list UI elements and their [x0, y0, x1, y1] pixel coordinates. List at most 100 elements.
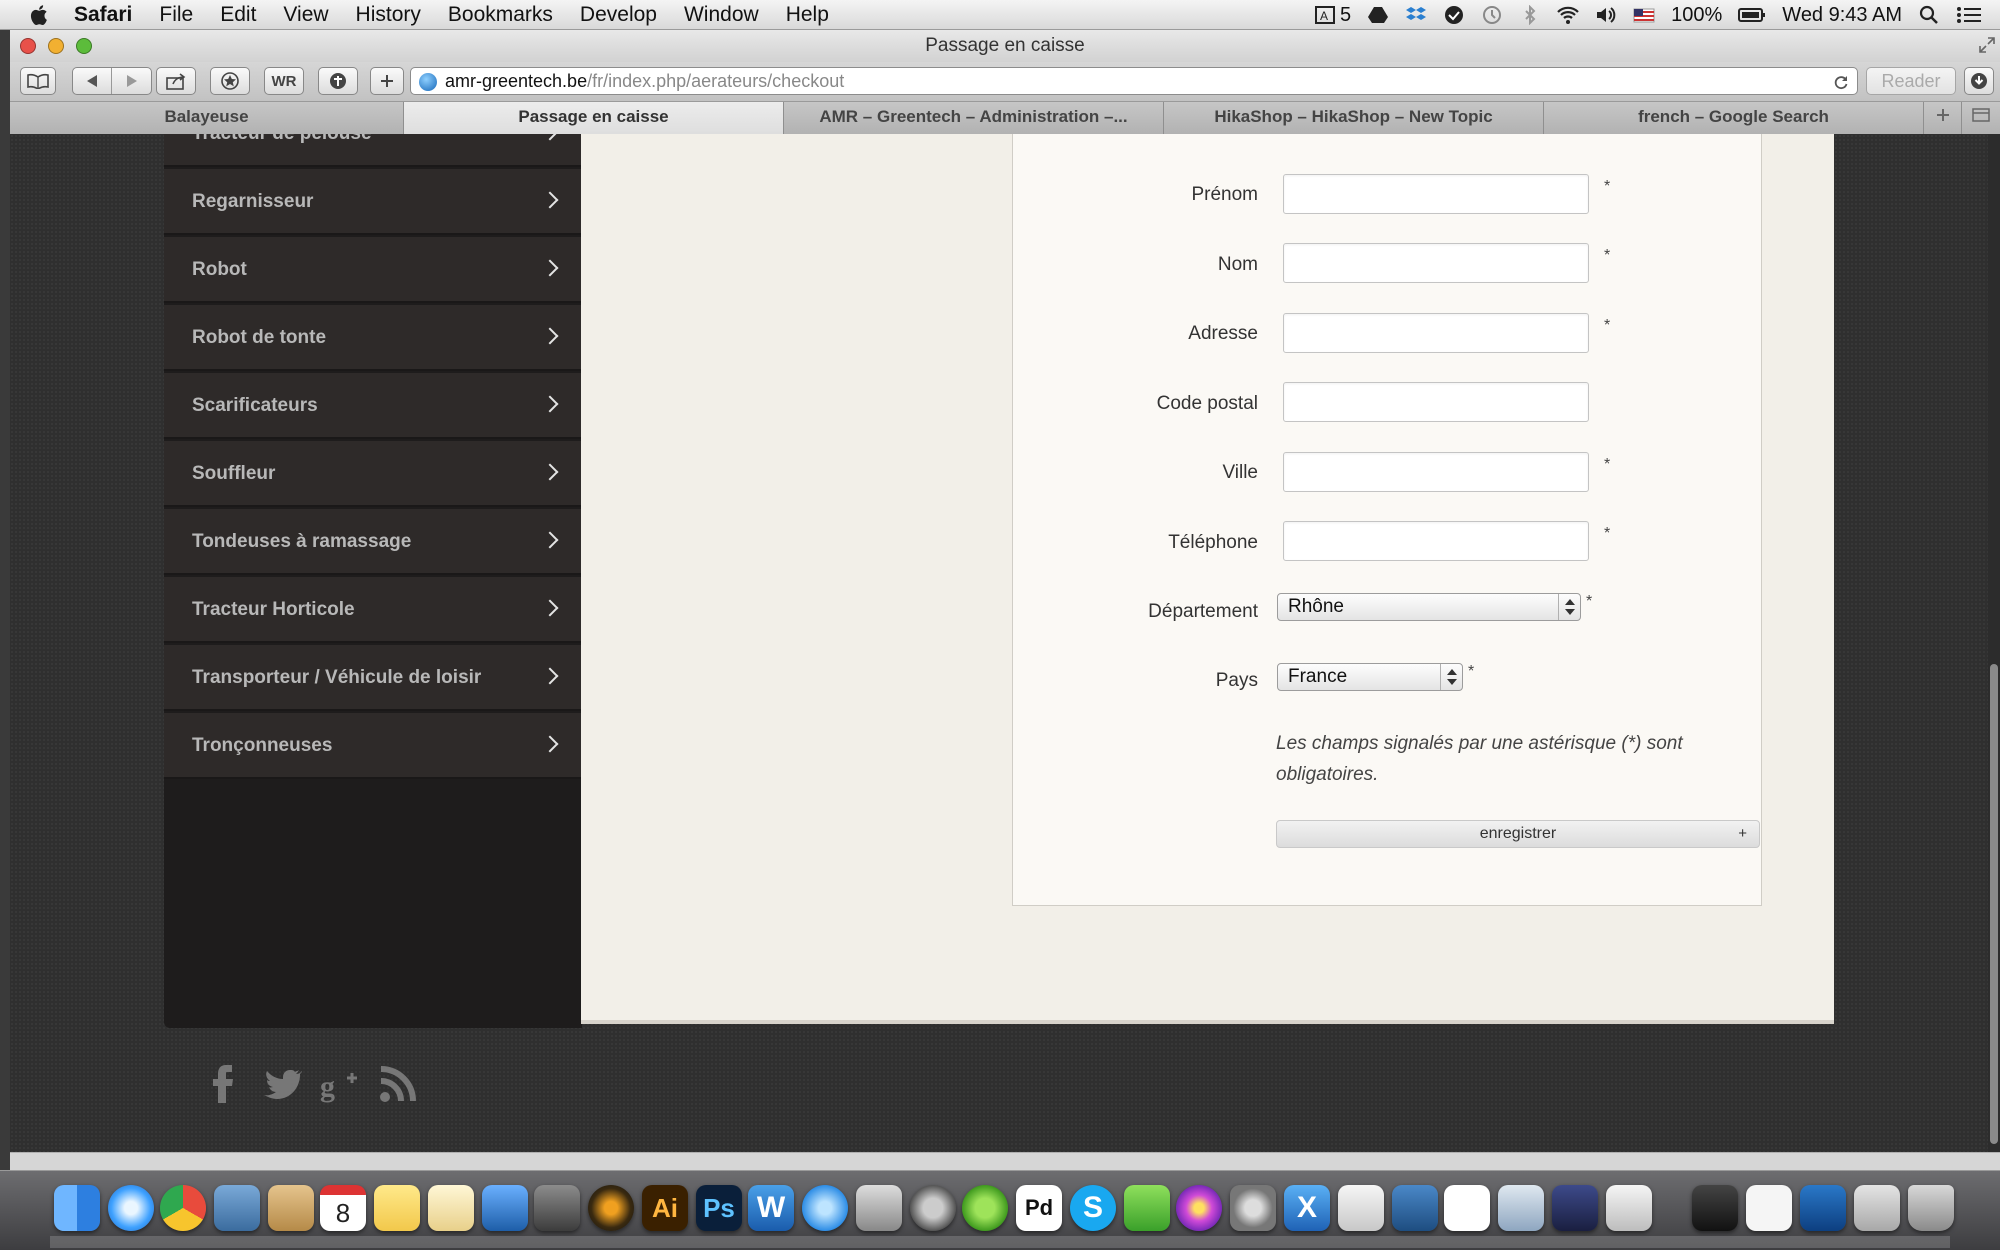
document-icon[interactable] [1746, 1185, 1792, 1231]
rss-icon[interactable] [378, 1064, 418, 1104]
reload-icon[interactable] [1833, 74, 1849, 90]
utorrent-icon[interactable] [962, 1185, 1008, 1231]
battery-icon[interactable] [1738, 5, 1766, 25]
preview-icon[interactable] [1338, 1185, 1384, 1231]
bookmarks-button[interactable] [20, 67, 56, 95]
menu-window[interactable]: Window [684, 3, 759, 27]
sidebar-item-scarificateurs[interactable]: Scarificateurs [164, 373, 582, 439]
volume-icon[interactable] [1595, 5, 1617, 25]
sidebar-item-robot[interactable]: Robot [164, 237, 582, 303]
menu-history[interactable]: History [356, 3, 421, 27]
tab-passage-en-caisse[interactable]: Passage en caisse [404, 102, 784, 134]
adresse-input[interactable] [1283, 313, 1589, 353]
menu-view[interactable]: View [283, 3, 328, 27]
activity-icon[interactable] [910, 1185, 956, 1231]
us-flag-icon[interactable] [1633, 5, 1655, 25]
video-app-icon[interactable] [1552, 1185, 1598, 1231]
calendar-icon[interactable]: 8 [320, 1185, 366, 1231]
menu-help[interactable]: Help [786, 3, 829, 27]
address-bar[interactable]: amr-greentech.be/fr/index.php/aerateurs/… [410, 67, 1858, 95]
back-button[interactable] [73, 68, 113, 94]
speaker-app-icon[interactable] [588, 1185, 634, 1231]
skype-icon[interactable]: S [1070, 1185, 1116, 1231]
apple-icon[interactable] [28, 3, 52, 27]
horizontal-scrollbar[interactable] [10, 1152, 2000, 1170]
add-tab-button[interactable] [1924, 102, 1962, 134]
tab-hikashop-new-topic[interactable]: HikaShop – HikaShop – New Topic [1164, 102, 1544, 134]
vertical-scrollbar[interactable] [1988, 134, 2000, 1152]
itunes-icon[interactable] [802, 1185, 848, 1231]
tab-google-search[interactable]: french – Google Search [1544, 102, 1924, 134]
flower-app-icon[interactable] [1176, 1185, 1222, 1231]
downloads-button[interactable] [1964, 67, 1994, 95]
google-drive-icon[interactable] [1367, 5, 1389, 25]
system-preferences-icon[interactable] [1230, 1185, 1276, 1231]
google-plus-icon[interactable]: g [320, 1064, 360, 1104]
app-box-icon[interactable] [1800, 1185, 1846, 1231]
mysql-icon[interactable] [1392, 1185, 1438, 1231]
bluetooth-icon[interactable] [1519, 5, 1541, 25]
reader-button[interactable]: Reader [1866, 67, 1956, 95]
facebook-icon[interactable] [204, 1064, 244, 1104]
battery-percent[interactable]: 100% [1671, 4, 1722, 27]
trash-icon[interactable] [1908, 1185, 1954, 1231]
disk-utility-icon[interactable] [856, 1185, 902, 1231]
sidebar-item-tracteur-horticole[interactable]: Tracteur Horticole [164, 577, 582, 643]
enregistrer-button[interactable]: enregistrer + [1276, 820, 1760, 848]
ville-input[interactable] [1283, 452, 1589, 492]
reminders-icon[interactable] [1444, 1185, 1490, 1231]
sidebar-item-robot-de-tonte[interactable]: Robot de tonte [164, 305, 582, 371]
tab-amr-admin[interactable]: AMR – Greentech – Administration –... [784, 102, 1164, 134]
extension-shield-button[interactable] [318, 67, 358, 95]
sidebar-item-souffleur[interactable]: Souffleur [164, 441, 582, 507]
code-postal-input[interactable] [1283, 382, 1589, 422]
pays-select[interactable]: France [1277, 663, 1463, 691]
notification-center-icon[interactable] [1956, 5, 1982, 25]
chrome-icon[interactable] [160, 1185, 206, 1231]
scroll-thumb[interactable] [1990, 664, 1998, 1144]
sidebar-item-transporteur[interactable]: Transporteur / Véhicule de loisir [164, 645, 582, 711]
prenom-input[interactable] [1283, 174, 1589, 214]
menu-file[interactable]: File [159, 3, 193, 27]
script-editor-icon[interactable] [1606, 1185, 1652, 1231]
telephone-input[interactable] [1283, 521, 1589, 561]
camera-icon[interactable] [534, 1185, 580, 1231]
address-book-icon[interactable] [268, 1185, 314, 1231]
dropbox-icon[interactable] [1405, 5, 1427, 25]
finder-icon[interactable] [54, 1185, 100, 1231]
photoshop-icon[interactable]: Ps [696, 1185, 742, 1231]
sidebar-item-tronconneuses[interactable]: Tronçonneuses [164, 713, 582, 779]
fullscreen-icon[interactable] [1978, 36, 1996, 54]
minimize-window-icon[interactable] [48, 38, 64, 54]
time-machine-icon[interactable] [1481, 5, 1503, 25]
stickies-icon[interactable] [374, 1185, 420, 1231]
xcode-icon[interactable]: X [1284, 1185, 1330, 1231]
zoom-window-icon[interactable] [76, 38, 92, 54]
tab-balayeuse[interactable]: Balayeuse [10, 102, 404, 134]
folder-stack-icon[interactable] [1854, 1185, 1900, 1231]
menu-edit[interactable]: Edit [220, 3, 256, 27]
menu-develop[interactable]: Develop [580, 3, 657, 27]
sidebar-item-tracteur-de-pelouse[interactable]: Tracteur de pelouse [164, 134, 582, 167]
new-tab-button[interactable] [370, 67, 404, 95]
photo-booth-icon[interactable] [1498, 1185, 1544, 1231]
menu-app-safari[interactable]: Safari [74, 3, 132, 27]
wifi-icon[interactable] [1557, 5, 1579, 25]
notes-icon[interactable] [428, 1185, 474, 1231]
keynote-icon[interactable] [482, 1185, 528, 1231]
nom-input[interactable] [1283, 243, 1589, 283]
call-of-duty-icon[interactable] [1692, 1185, 1738, 1231]
word-icon[interactable]: W [748, 1185, 794, 1231]
pd-icon[interactable]: Pd [1016, 1185, 1062, 1231]
green-app-icon[interactable] [1124, 1185, 1170, 1231]
wr-extension-button[interactable]: WR [264, 67, 304, 95]
illustrator-icon[interactable]: Ai [642, 1185, 688, 1231]
extension-star-button[interactable] [210, 67, 250, 95]
check-status-icon[interactable] [1443, 5, 1465, 25]
close-window-icon[interactable] [20, 38, 36, 54]
menu-bookmarks[interactable]: Bookmarks [448, 3, 553, 27]
tab-overview-button[interactable] [1962, 102, 2000, 134]
twitter-icon[interactable] [262, 1064, 302, 1104]
share-button[interactable] [156, 67, 196, 95]
sidebar-item-regarnisseur[interactable]: Regarnisseur [164, 169, 582, 235]
